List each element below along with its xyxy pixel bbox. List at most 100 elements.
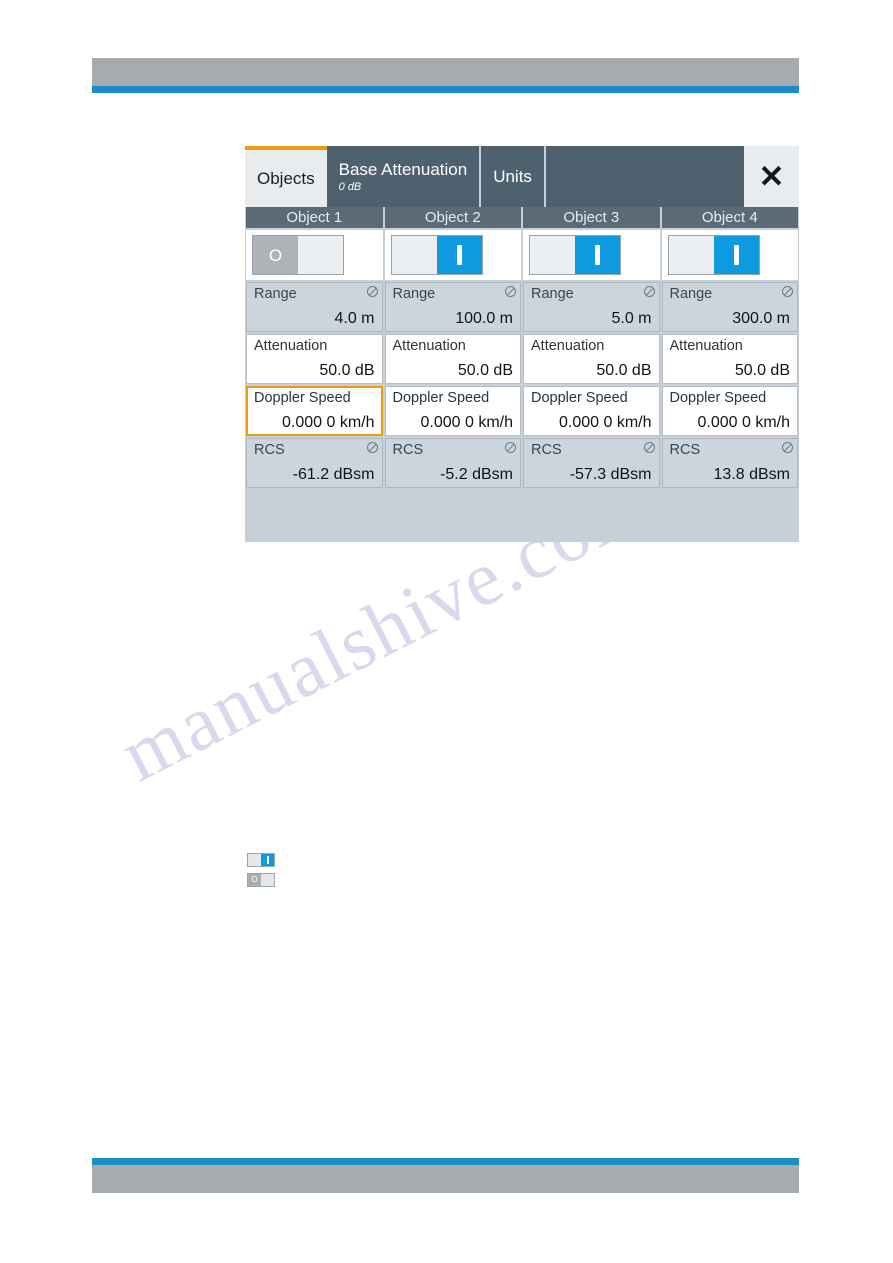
object-4-range-field: Range 300.0 m <box>661 282 798 332</box>
object-3-attenuation-value: 50.0 dB <box>596 362 652 379</box>
object-1-rcs-field: RCS -61.2 dBsm <box>246 438 383 488</box>
read-only-icon <box>366 442 378 453</box>
read-only-icon <box>643 286 655 297</box>
object-column-2: Object 2 Range 100.0 m Attenuation 50.0 … <box>384 207 521 490</box>
object-column-1-header: Object 1 <box>246 207 383 228</box>
object-3-attenuation-field[interactable]: Attenuation 50.0 dB <box>523 334 660 384</box>
legend-toggle-off-icon: O <box>247 873 275 887</box>
object-1-doppler-speed-label: Doppler Speed <box>254 390 351 406</box>
object-column-3: Object 3 Range 5.0 m Attenuation 50.0 dB… <box>523 207 660 490</box>
tab-objects-label: Objects <box>257 168 315 188</box>
toggle-on-icon <box>456 245 462 265</box>
object-4-attenuation-field[interactable]: Attenuation 50.0 dB <box>661 334 798 384</box>
tab-base-attenuation-value: 0 dB <box>338 180 362 193</box>
read-only-icon <box>782 442 793 453</box>
legend-on-glyph <box>266 856 269 864</box>
tab-objects[interactable]: Objects <box>245 146 327 207</box>
read-only-icon <box>505 442 516 453</box>
read-only-icon <box>366 286 378 297</box>
legend-item-off: O <box>247 873 275 887</box>
dialog-footer-area <box>245 490 799 534</box>
legend-off-right <box>261 874 274 886</box>
tab-units[interactable]: Units <box>481 146 546 207</box>
object-2-doppler-speed-field[interactable]: Doppler Speed 0.000 0 km/h <box>384 386 521 436</box>
object-1-state-toggle[interactable]: O <box>252 235 344 275</box>
object-4-rcs-field: RCS 13.8 dBsm <box>661 438 798 488</box>
object-4-rcs-value: 13.8 dBsm <box>713 466 790 483</box>
object-4-doppler-speed-field[interactable]: Doppler Speed 0.000 0 km/h <box>661 386 798 436</box>
tab-bar-filler <box>545 146 744 207</box>
object-4-toggle-right <box>713 236 759 274</box>
object-3-attenuation-label: Attenuation <box>531 338 605 354</box>
object-4-doppler-speed-value: 0.000 0 km/h <box>697 414 791 431</box>
object-3-state-toggle[interactable] <box>529 235 621 275</box>
toggle-on-icon <box>733 245 739 265</box>
object-1-range-field: Range 4.0 m <box>246 282 383 332</box>
object-4-range-value: 300.0 m <box>732 310 790 327</box>
object-3-toggle-right <box>575 236 620 274</box>
object-2-rcs-value: -5.2 dBsm <box>440 466 513 483</box>
object-column-1: Object 1 O Range 4.0 m Attenuation 50.0 … <box>246 207 383 490</box>
object-4-state-cell <box>661 230 798 280</box>
object-2-state-toggle[interactable] <box>390 235 483 275</box>
object-4-toggle-left <box>669 236 714 274</box>
object-2-attenuation-value: 50.0 dB <box>457 362 513 379</box>
object-2-range-field: Range 100.0 m <box>384 282 521 332</box>
legend-item-on <box>247 853 275 867</box>
object-1-doppler-speed-value: 0.000 0 km/h <box>282 414 375 431</box>
toggle-on-icon <box>595 245 600 265</box>
object-2-toggle-right <box>436 236 482 274</box>
object-2-attenuation-field[interactable]: Attenuation 50.0 dB <box>384 334 521 384</box>
object-1-range-label: Range <box>254 286 297 302</box>
dialog-tab-bar: Objects Base Attenuation 0 dB Units ✕ <box>245 146 799 207</box>
object-3-rcs-label: RCS <box>531 442 562 458</box>
object-1-toggle-left: O <box>253 236 298 274</box>
object-2-attenuation-label: Attenuation <box>392 338 466 354</box>
object-4-attenuation-label: Attenuation <box>669 338 743 354</box>
object-3-rcs-value: -57.3 dBsm <box>569 466 652 483</box>
object-3-rcs-field: RCS -57.3 dBsm <box>523 438 660 488</box>
object-3-toggle-left <box>530 236 575 274</box>
legend-off-left: O <box>248 874 261 886</box>
legend-toggle-on-icon <box>247 853 275 867</box>
object-2-state-cell <box>384 230 521 280</box>
object-column-2-header: Object 2 <box>384 207 521 228</box>
object-4-range-label: Range <box>669 286 713 302</box>
object-3-state-cell <box>523 230 660 280</box>
object-4-state-toggle[interactable] <box>667 235 760 275</box>
footer-blue-band <box>92 1158 799 1165</box>
object-3-doppler-speed-field[interactable]: Doppler Speed 0.000 0 km/h <box>523 386 660 436</box>
object-3-range-value: 5.0 m <box>611 310 652 327</box>
object-column-4: Object 4 Range 300.0 m Attenuation 50.0 … <box>661 207 798 490</box>
object-2-range-label: Range <box>392 286 436 302</box>
legend-off-glyph: O <box>251 875 258 884</box>
object-1-toggle-right <box>298 236 343 274</box>
object-3-range-field: Range 5.0 m <box>523 282 660 332</box>
object-2-range-value: 100.0 m <box>455 310 513 327</box>
tab-units-label: Units <box>493 166 532 186</box>
object-3-doppler-speed-label: Doppler Speed <box>531 390 628 406</box>
page-header-rule <box>92 58 799 93</box>
object-1-doppler-speed-field[interactable]: Doppler Speed 0.000 0 km/h <box>246 386 383 436</box>
legend-icons: O <box>247 853 275 893</box>
objects-dialog: Objects Base Attenuation 0 dB Units ✕ Ob… <box>245 146 799 542</box>
page-footer-rule <box>92 1158 799 1193</box>
toggle-off-icon: O <box>268 245 283 265</box>
tab-base-attenuation[interactable]: Base Attenuation 0 dB <box>326 146 482 207</box>
object-2-rcs-label: RCS <box>392 442 424 458</box>
object-4-attenuation-value: 50.0 dB <box>734 362 790 379</box>
object-1-range-value: 4.0 m <box>334 310 375 327</box>
object-2-rcs-field: RCS -5.2 dBsm <box>384 438 521 488</box>
header-blue-band <box>92 86 799 93</box>
object-1-attenuation-value: 50.0 dB <box>319 362 375 379</box>
read-only-icon <box>782 286 793 297</box>
footer-gray-band <box>92 1165 799 1193</box>
object-1-attenuation-label: Attenuation <box>254 338 328 354</box>
tab-base-attenuation-label: Base Attenuation <box>338 159 468 179</box>
object-1-rcs-label: RCS <box>254 442 285 458</box>
object-column-4-header: Object 4 <box>661 207 798 228</box>
close-icon[interactable]: ✕ <box>744 146 799 207</box>
object-4-rcs-label: RCS <box>669 442 701 458</box>
object-1-attenuation-field[interactable]: Attenuation 50.0 dB <box>246 334 383 384</box>
header-gray-band <box>92 58 799 86</box>
